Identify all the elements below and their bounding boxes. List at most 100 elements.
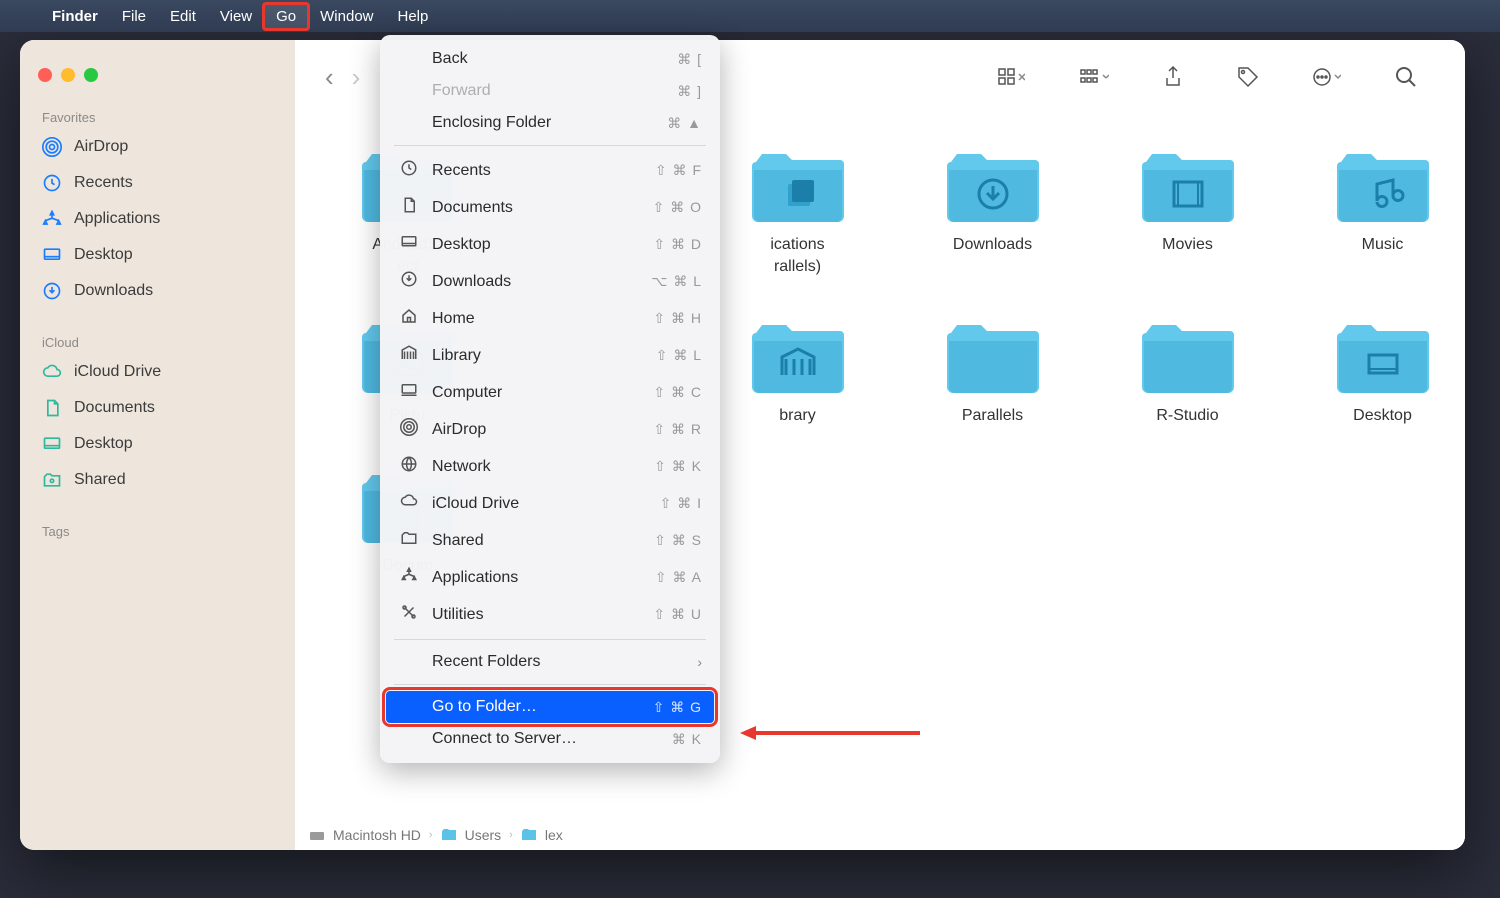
shared-icon [398,529,420,552]
folder-item[interactable]: Downloads [910,144,1075,277]
menu-item-label: Recents [432,162,643,180]
sidebar-item-airdrop[interactable]: AirDrop [20,129,295,165]
airdrop-icon [398,418,420,441]
folder-item[interactable]: R-Studio [1105,315,1270,427]
menu-item-downloads[interactable]: Downloads⌥ ⌘ L [380,263,720,300]
menu-item-label: Home [432,310,641,328]
search-button[interactable] [1387,62,1425,92]
forward-button[interactable]: › [352,62,361,93]
shared-folder-icon [42,470,62,490]
share-button[interactable] [1155,62,1191,92]
menu-item-airdrop[interactable]: AirDrop ⇧ ⌘ R [380,411,720,448]
sidebar-item-recents[interactable]: Recents [20,165,295,201]
close-button[interactable] [38,68,52,82]
menu-shortcut: ⌥ ⌘ L [651,273,702,290]
menu-shortcut: ⇧ ⌘ U [653,606,702,623]
path-segment[interactable]: Users [465,827,502,843]
menu-item-go-to-folder-[interactable]: Go to Folder…⇧ ⌘ G [386,691,714,723]
menu-item-label: Recent Folders [432,653,685,671]
folder-item[interactable]: Desktop [1300,315,1465,427]
menu-shortcut: ⇧ ⌘ L [656,347,702,364]
utilities-icon [398,603,420,626]
sidebar-item-icloud-desktop[interactable]: Desktop [20,426,295,462]
menu-item-utilities[interactable]: Utilities ⇧ ⌘ U [380,596,720,633]
sidebar-item-label: Shared [74,471,126,489]
sidebar-item-label: Recents [74,174,133,192]
menu-item-label: Network [432,458,642,476]
menu-item-label: Applications [432,569,643,587]
menu-item-desktop[interactable]: Desktop⇧ ⌘ D [380,226,720,263]
menubar-window[interactable]: Window [308,4,385,29]
folder-item[interactable]: icationsrallels) [715,144,880,277]
sidebar-item-documents[interactable]: Documents [20,390,295,426]
folder-icon [521,828,537,842]
menu-shortcut: ⇧ ⌘ R [653,421,702,438]
menu-item-applications[interactable]: Applications ⇧ ⌘ A [380,559,720,596]
chevron-right-icon: › [697,654,702,670]
desktop-icon [398,233,420,256]
menu-item-connect-to-server-[interactable]: Connect to Server…⌘ K [380,723,720,755]
menu-shortcut: ⇧ ⌘ A [655,569,702,586]
document-icon [42,398,62,418]
menubar-help[interactable]: Help [386,4,441,29]
folder-item[interactable]: brary [715,315,880,427]
sidebar-item-icloud-drive[interactable]: iCloud Drive [20,354,295,390]
minimize-button[interactable] [61,68,75,82]
menu-item-enclosing-folder[interactable]: Enclosing Folder⌘ ▲ [380,107,720,139]
menu-item-documents[interactable]: Documents⇧ ⌘ O [380,189,720,226]
path-segment[interactable]: Macintosh HD [333,827,421,843]
sidebar-item-desktop[interactable]: Desktop [20,237,295,273]
back-button[interactable]: ‹ [325,62,334,93]
folder-icon [748,144,848,224]
menu-item-label: Go to Folder… [432,698,641,716]
menubar-view[interactable]: View [208,4,264,29]
apps-icon [42,209,62,229]
menu-item-back[interactable]: Back⌘ [ [380,43,720,75]
folder-label: Music [1362,234,1404,256]
menu-item-shared[interactable]: Shared⇧ ⌘ S [380,522,720,559]
menubar-finder[interactable]: Finder [40,4,110,29]
more-button[interactable] [1305,63,1349,91]
folder-label: Desktop [1353,405,1412,427]
sidebar-item-label: iCloud Drive [74,363,161,381]
menubar-edit[interactable]: Edit [158,4,208,29]
menubar-go[interactable]: Go [264,4,308,29]
menu-item-icloud-drive[interactable]: iCloud Drive ⇧ ⌘ I [380,485,720,522]
annotation-arrow [740,725,920,741]
group-button[interactable] [1071,63,1117,91]
menu-item-home[interactable]: Home⇧ ⌘ H [380,300,720,337]
folder-item[interactable]: Music [1300,144,1465,277]
menu-item-network[interactable]: Network⇧ ⌘ K [380,448,720,485]
download-icon [42,281,62,301]
tags-button[interactable] [1229,62,1267,92]
menubar: Finder File Edit View Go Window Help [0,0,1500,32]
menu-item-library[interactable]: Library⇧ ⌘ L [380,337,720,374]
path-segment[interactable]: lex [545,827,563,843]
menu-item-label: Connect to Server… [432,730,660,748]
menu-shortcut: ⇧ ⌘ I [660,495,702,512]
menu-item-computer[interactable]: Computer⇧ ⌘ C [380,374,720,411]
menu-item-label: iCloud Drive [432,495,648,513]
menu-item-recent-folders[interactable]: Recent Folders › [380,646,720,678]
folder-item[interactable]: Movies [1105,144,1270,277]
menu-item-recents[interactable]: Recents ⇧ ⌘ F [380,152,720,189]
menu-item-label: Enclosing Folder [432,114,655,132]
sidebar-section-favorites: Favorites [20,102,295,129]
menu-shortcut: ⇧ ⌘ F [655,162,702,179]
folder-item[interactable]: Parallels [910,315,1075,427]
menu-item-label: Utilities [432,606,641,624]
folder-icon [441,828,457,842]
folder-label: Parallels [962,405,1023,427]
sidebar-item-applications[interactable]: Applications [20,201,295,237]
menu-item-label: Desktop [432,236,641,254]
folder-label: icationsrallels) [770,234,824,277]
menu-item-label: AirDrop [432,421,641,439]
sidebar-section-icloud: iCloud [20,327,295,354]
menubar-file[interactable]: File [110,4,158,29]
folder-icon [748,315,848,395]
view-icons-button[interactable] [989,63,1033,91]
sidebar-item-downloads[interactable]: Downloads [20,273,295,309]
zoom-button[interactable] [84,68,98,82]
sidebar-item-shared[interactable]: Shared [20,462,295,498]
folder-icon [1333,144,1433,224]
